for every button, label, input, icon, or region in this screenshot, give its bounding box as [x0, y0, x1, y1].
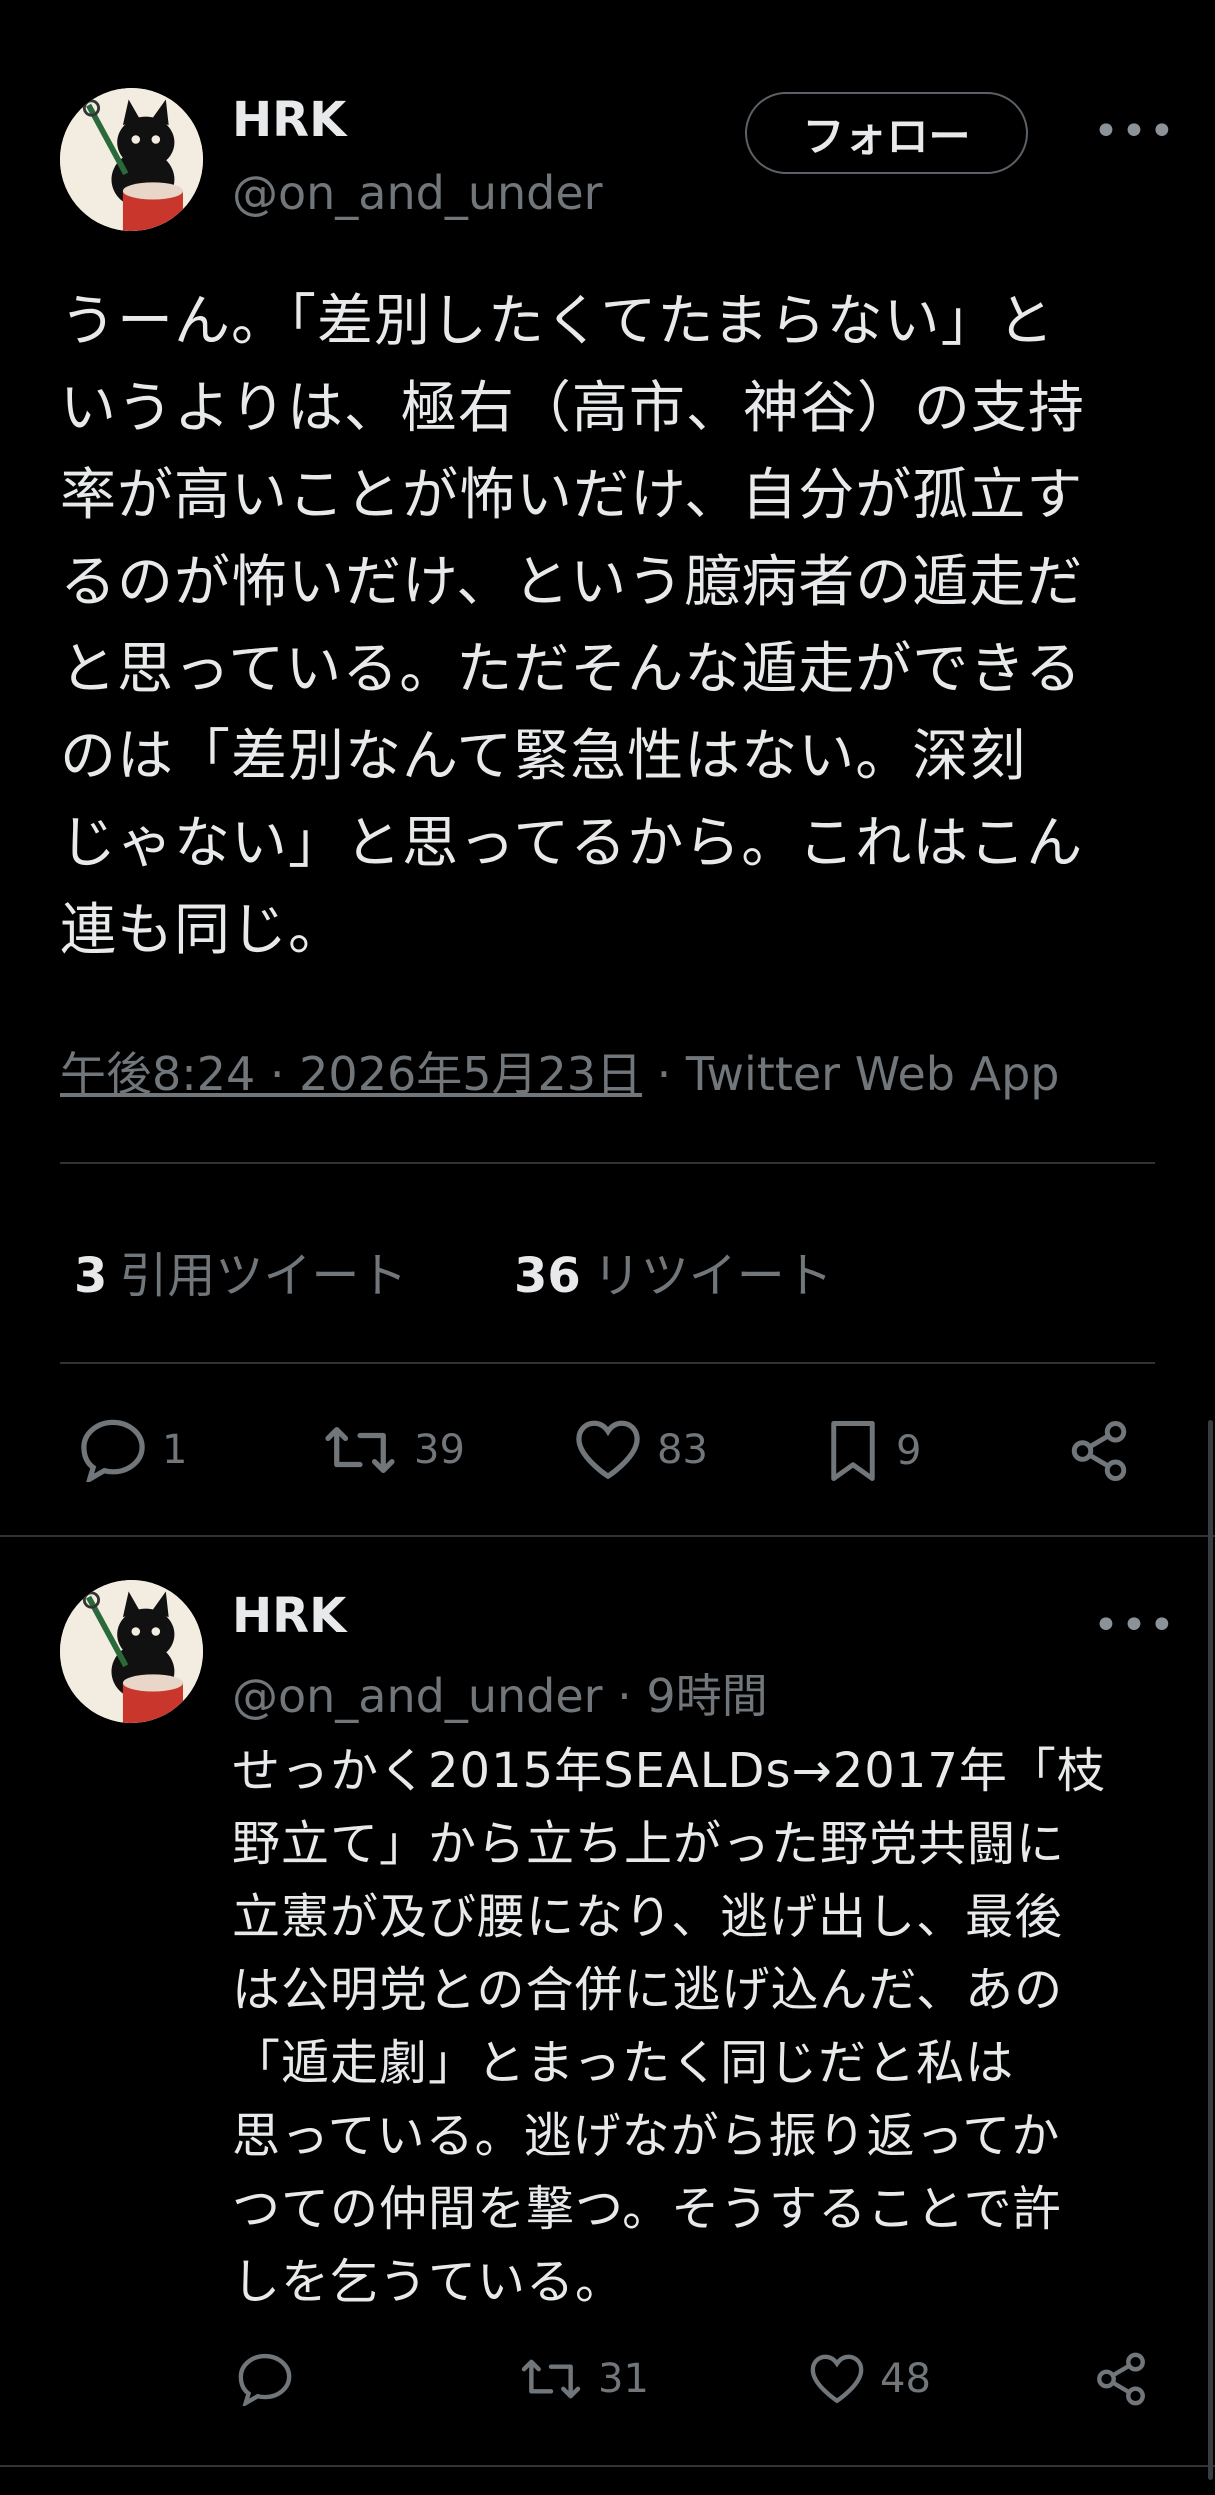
reply-text-line: 「遁走劇」とまったく同じだと私は	[232, 2035, 1015, 2091]
reply-text-line: 思っている。逃げながら振り返ってか	[232, 2108, 1061, 2164]
tweet-text-line: るのが怖いだけ、という臆病者の遁走だ	[60, 550, 1084, 615]
retweets-stat[interactable]: 36 リツイート	[514, 1236, 833, 1306]
like-button[interactable]: 83	[573, 1418, 708, 1482]
tweet-text-line: いうよりは、極右（高市、神谷）の支持	[60, 376, 1085, 441]
reply-text-line: 立憲が及び腰になり、逃げ出し、最後	[232, 1889, 1064, 1945]
retweet-icon	[325, 1427, 395, 1473]
author-name[interactable]: HRK	[232, 92, 346, 148]
author-handle[interactable]: @on_and_under	[232, 166, 603, 220]
reply-button[interactable]	[236, 2352, 294, 2406]
reply-author-name[interactable]: HRK	[232, 1588, 346, 1644]
reply-like-count: 48	[880, 2356, 931, 2402]
quote-label: 引用ツイート	[119, 1248, 408, 1304]
reply-button[interactable]: 1	[78, 1418, 187, 1482]
avatar[interactable]	[60, 1580, 203, 1723]
reply-time[interactable]: · 9時間	[603, 1669, 768, 1723]
bookmark-count: 9	[896, 1428, 922, 1474]
tweet-text-line: 連も同じ。	[60, 898, 345, 963]
tweet-text-line: のは「差別なんて緊急性はない。深刻	[60, 724, 1027, 789]
divider	[60, 1162, 1155, 1164]
more-options-icon[interactable]: •••	[1093, 1600, 1177, 1651]
retweet-label: リツイート	[592, 1248, 833, 1304]
heart-icon	[576, 1420, 640, 1480]
tweet-text: うーん。「差別したくてたまらない」と いうよりは、極右（高市、神谷）の支持 率が…	[60, 278, 1180, 974]
retweet-icon	[521, 2359, 581, 2399]
share-icon	[1071, 1421, 1127, 1481]
more-options-icon[interactable]: •••	[1093, 106, 1177, 157]
tweet-meta: 午後8:24 · 2026年5月23日 · Twitter Web App	[60, 1038, 1059, 1104]
reply-text: せっかく2015年SEALDs→2017年「枝 野立て」から立ち上がった野党共闘…	[232, 1735, 1172, 2319]
retweet-action-count: 39	[414, 1427, 465, 1473]
retweet-count: 36	[514, 1248, 581, 1304]
divider	[60, 1362, 1155, 1364]
reply-text-line: しを乞うている。	[232, 2254, 625, 2310]
tweet-source: · Twitter Web App	[642, 1047, 1060, 1101]
tweet-text-line: じゃない」と思ってるから。これはこん	[60, 811, 1084, 876]
tweet-text-line: うーん。「差別したくてたまらない」と	[60, 289, 1055, 354]
avatar[interactable]	[60, 88, 203, 231]
reply-text-line: せっかく2015年SEALDs→2017年「枝	[232, 1743, 1106, 1799]
reply-handle[interactable]: @on_and_under	[232, 1669, 603, 1723]
scrollbar[interactable]	[1208, 1420, 1213, 2480]
share-icon	[1097, 2352, 1145, 2406]
reply-text-line: つての仲間を撃つ。そうすることで許	[232, 2181, 1062, 2237]
tweet-text-line: 率が高いことが怖いだけ、自分が孤立す	[60, 463, 1084, 528]
timestamp-link[interactable]: 午後8:24 · 2026年5月23日	[60, 1047, 642, 1101]
reply-text-line: 野立て」から立ち上がった野党共闘に	[232, 1816, 1066, 1872]
reply-text-line: は公明党との合併に逃げ込んだ、あの	[232, 1962, 1064, 2018]
cat-drummer-avatar-icon	[60, 1580, 203, 1723]
follow-button[interactable]: フォロー	[745, 92, 1028, 174]
reply-retweet-count: 31	[598, 2356, 649, 2402]
cat-drummer-avatar-icon	[60, 88, 203, 231]
retweet-button[interactable]: 31	[518, 2352, 649, 2406]
like-button[interactable]: 48	[808, 2352, 931, 2406]
share-button[interactable]	[1066, 1418, 1132, 1484]
reply-icon	[81, 1419, 145, 1482]
heart-icon	[810, 2354, 864, 2404]
divider	[0, 2465, 1215, 2467]
reply-author-handle: @on_and_under · 9時間	[232, 1660, 768, 1726]
divider	[0, 1535, 1215, 1537]
bookmark-icon	[831, 1421, 875, 1481]
quote-count: 3	[74, 1248, 108, 1304]
quote-tweets-stat[interactable]: 3 引用ツイート	[74, 1236, 407, 1306]
like-count: 83	[657, 1427, 708, 1473]
share-button[interactable]	[1092, 2350, 1150, 2408]
retweet-button[interactable]: 39	[320, 1418, 465, 1482]
bookmark-button[interactable]: 9	[824, 1418, 921, 1484]
reply-icon	[238, 2353, 292, 2406]
tweet-text-line: と思っている。ただそんな遁走ができる	[60, 637, 1083, 702]
reply-count: 1	[162, 1427, 188, 1473]
